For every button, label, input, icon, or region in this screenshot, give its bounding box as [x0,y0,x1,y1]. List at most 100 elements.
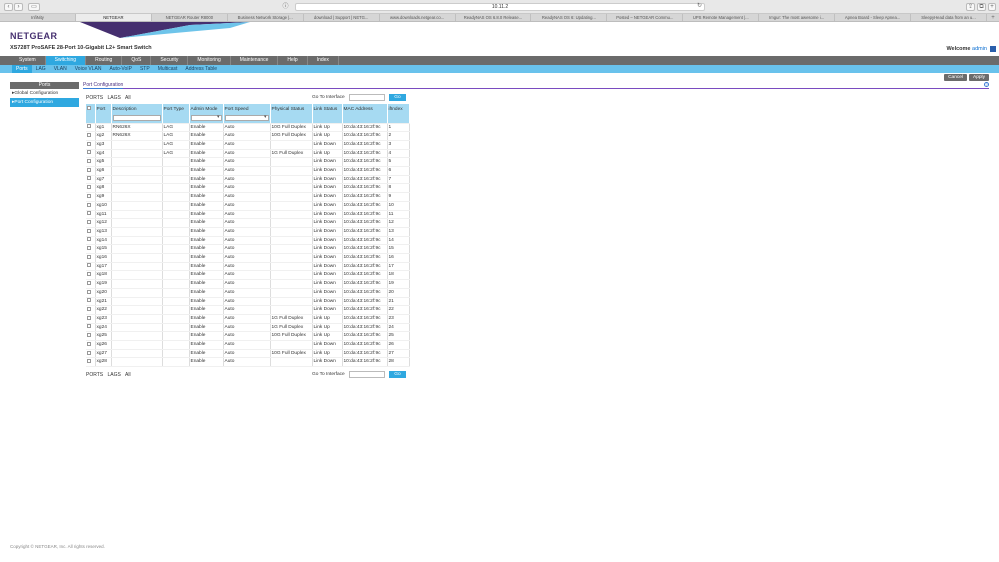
admin-mode-filter-select[interactable] [190,114,222,122]
apply-button[interactable]: Apply [969,74,989,81]
left-nav-item[interactable]: ▸Port Configuration [10,98,79,107]
main-nav-routing[interactable]: Routing [86,56,123,65]
main-nav-help[interactable]: Help [278,56,308,65]
browser-tab[interactable]: download | Support | NETG... [304,14,380,21]
help-icon[interactable]: ? [984,82,989,87]
row-checkbox[interactable] [87,185,91,190]
main-nav-maintenance[interactable]: Maintenance [231,56,279,65]
row-checkbox[interactable] [87,350,91,355]
browser-tab[interactable]: NETGEAR [75,14,152,21]
filter-all-link[interactable]: All [125,372,131,378]
port-speed-filter-select[interactable] [224,114,269,122]
table-row[interactable]: xg1 RN626X LAG Enable Auto 10G Full Duplex Lin… [86,123,410,133]
row-checkbox[interactable] [87,211,91,216]
table-row[interactable]: xg3 LAG Enable Auto Link Down 10:da:43:16:2f:… [86,140,410,150]
row-checkbox[interactable] [87,219,91,224]
browser-tab[interactable]: Apnea Board - Sleep Apnea... [835,14,912,21]
table-row[interactable]: xg7 Enable Auto Link Down 10:da:43:16:2f:9c 7 [86,175,410,185]
table-row[interactable]: xg6 Enable Auto Link Down 10:da:43:16:2f:9c 6 [86,166,410,176]
filter-lags-link[interactable]: LAGS [108,95,121,101]
row-checkbox[interactable] [87,167,91,172]
left-nav-item[interactable]: ▸Global Configuration [10,89,79,98]
filter-ports-link[interactable]: PORTS [86,372,103,378]
row-checkbox[interactable] [87,298,91,303]
goto-interface-input[interactable] [349,94,385,101]
row-checkbox[interactable] [87,124,91,129]
row-checkbox[interactable] [87,333,91,338]
info-icon[interactable]: ⓘ [281,3,290,11]
browser-tab[interactable]: SleepyHead data from an u... [911,14,987,21]
table-row[interactable]: xg16 Enable Auto Link Down 10:da:43:16:2f:9c… [86,253,410,263]
go-button[interactable]: Go [389,94,406,101]
sub-nav-vlan[interactable]: VLAN [50,65,71,73]
table-row[interactable]: xg22 Enable Auto Link Down 10:da:43:16:2f:9c… [86,305,410,315]
row-checkbox[interactable] [87,359,91,364]
table-row[interactable]: xg19 Enable Auto Link Down 10:da:43:16:2f:9c… [86,279,410,289]
browser-tab[interactable]: UPS Remote Management |... [683,14,760,21]
table-row[interactable]: xg23 Enable Auto 1G Full Duplex Link Up 10:da… [86,314,410,324]
row-checkbox[interactable] [87,132,91,137]
sub-nav-auto-voip[interactable]: Auto-VoIP [105,65,136,73]
share-icon[interactable]: ⇪ [966,3,975,11]
row-checkbox[interactable] [87,272,91,277]
cancel-button[interactable]: Cancel [944,74,967,81]
table-row[interactable]: xg17 Enable Auto Link Down 10:da:43:16:2f:9c… [86,262,410,272]
row-checkbox[interactable] [87,237,91,242]
table-row[interactable]: xg4 LAG Enable Auto 1G Full Duplex Link Up 10:… [86,149,410,159]
sub-nav-stp[interactable]: STP [136,65,154,73]
table-row[interactable]: xg25 Enable Auto 10G Full Duplex Link Up 10:d… [86,331,410,342]
row-checkbox[interactable] [87,289,91,294]
table-row[interactable]: xg27 Enable Auto 10G Full Duplex Link Up 10:d… [86,349,410,359]
table-row[interactable]: xg28 Enable Auto Link Down 10:da:43:16:2f:9c… [86,357,410,368]
row-checkbox[interactable] [87,141,91,146]
row-checkbox[interactable] [87,324,91,329]
row-checkbox[interactable] [87,341,91,346]
browser-tab[interactable]: www.downloads.netgear.co... [380,14,456,21]
sub-nav-address-table[interactable]: Address Table [181,65,221,73]
reload-icon[interactable]: ↻ [695,3,704,11]
filter-lags-link[interactable]: LAGS [108,372,121,378]
browser-tab[interactable]: NETGEAR Router R8000 [152,14,228,21]
sidebar-icon[interactable]: ▭ [28,3,40,11]
browser-tab[interactable]: Business Network Storage |... [228,14,304,21]
tabs-icon[interactable]: ⧉ [977,3,986,11]
sub-nav-ports[interactable]: Ports [12,65,32,73]
main-nav-switching[interactable]: Switching [45,56,87,65]
table-row[interactable]: xg8 Enable Auto Link Down 10:da:43:16:2f:9c 8 [86,183,410,194]
row-checkbox[interactable] [87,254,91,259]
forward-icon[interactable]: › [14,3,23,11]
table-row[interactable]: xg18 Enable Auto Link Down 10:da:43:16:2f:9c… [86,270,410,281]
table-row[interactable]: xg20 Enable Auto Link Down 10:da:43:16:2f:9c… [86,288,410,298]
main-nav-monitoring[interactable]: Monitoring [188,56,231,65]
row-checkbox[interactable] [87,307,91,311]
main-nav-security[interactable]: Security [151,56,189,65]
row-checkbox[interactable] [87,280,91,285]
sub-nav-voice-vlan[interactable]: Voice VLAN [71,65,106,73]
back-icon[interactable]: ‹ [4,3,13,11]
table-row[interactable]: xg2 RN626X LAG Enable Auto 10G Full Duplex Lin… [86,131,410,141]
goto-interface-input[interactable] [349,371,385,379]
table-row[interactable]: xg24 Enable Auto 1G Full Duplex Link Up 10:da… [86,323,410,333]
table-row[interactable]: xg14 Enable Auto Link Down 10:da:43:16:2f:9c… [86,236,410,246]
filter-ports-link[interactable]: PORTS [86,95,103,101]
row-checkbox[interactable] [87,150,91,155]
row-checkbox[interactable] [87,246,91,251]
browser-tab[interactable]: ReadyNAS OS 6: Updating... [531,14,608,21]
table-row[interactable]: xg26 Enable Auto Link Down 10:da:43:16:2f:9c… [86,340,410,350]
main-nav-index[interactable]: Index [308,56,339,65]
table-row[interactable]: xg5 Enable Auto Link Down 10:da:43:16:2f:9c 5 [86,157,410,167]
address-bar[interactable]: 10.11.2 [295,3,705,11]
logout-icon[interactable] [990,46,996,52]
checkbox-icon[interactable] [87,106,91,111]
row-checkbox[interactable] [87,263,91,268]
browser-tab[interactable]: ReadyNAS OS 6.8.0 Release... [456,14,532,21]
go-button[interactable]: Go [389,371,406,379]
table-row[interactable]: xg11 Enable Auto Link Down 10:da:43:16:2f:9c… [86,210,410,220]
table-row[interactable]: xg15 Enable Auto Link Down 10:da:43:16:2f:9c… [86,244,410,255]
browser-tab[interactable]: Posted – NETGEAR Commu... [607,14,684,21]
table-row[interactable]: xg10 Enable Auto Link Down 10:da:43:16:2f:9c… [86,201,410,211]
row-checkbox[interactable] [87,193,91,198]
row-checkbox[interactable] [87,159,91,164]
row-checkbox[interactable] [87,176,91,181]
main-nav-qos[interactable]: QoS [122,56,152,65]
